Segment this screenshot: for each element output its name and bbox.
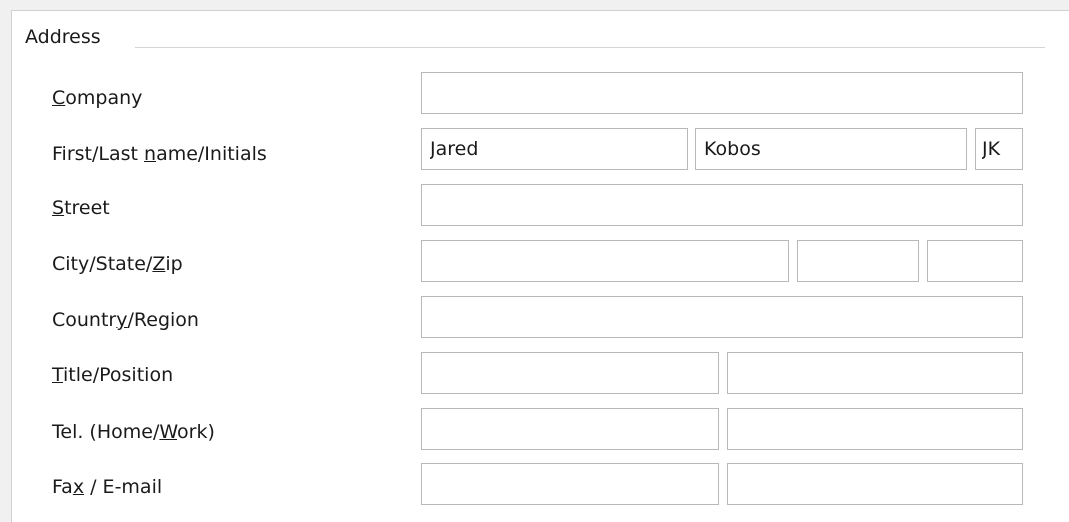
country-region-label: Country/Region — [52, 309, 199, 331]
first-name-input[interactable] — [421, 128, 688, 170]
company-label: Company — [52, 87, 143, 109]
city-state-zip-label: City/State/Zip — [52, 253, 183, 275]
group-divider — [135, 47, 1045, 48]
initials-input[interactable] — [975, 128, 1023, 170]
home-phone-input[interactable] — [421, 408, 719, 450]
fax-email-label: Fax / E-mail — [52, 476, 163, 498]
work-phone-input[interactable] — [727, 408, 1023, 450]
street-input[interactable] — [421, 184, 1023, 226]
tel-home-work-label: Tel. (Home/Work) — [52, 421, 215, 443]
country-region-input[interactable] — [421, 296, 1023, 338]
name-label: First/Last name/Initials — [52, 143, 267, 165]
state-input[interactable] — [797, 240, 919, 282]
title-input[interactable] — [421, 352, 719, 394]
title-position-label: Title/Position — [52, 364, 174, 386]
position-input[interactable] — [727, 352, 1023, 394]
fax-input[interactable] — [421, 463, 719, 505]
city-input[interactable] — [421, 240, 789, 282]
zip-input[interactable] — [927, 240, 1023, 282]
last-name-input[interactable] — [695, 128, 967, 170]
company-input[interactable] — [421, 72, 1023, 114]
address-group-title: Address — [25, 26, 101, 48]
street-label: Street — [52, 197, 110, 219]
email-input[interactable] — [727, 463, 1023, 505]
